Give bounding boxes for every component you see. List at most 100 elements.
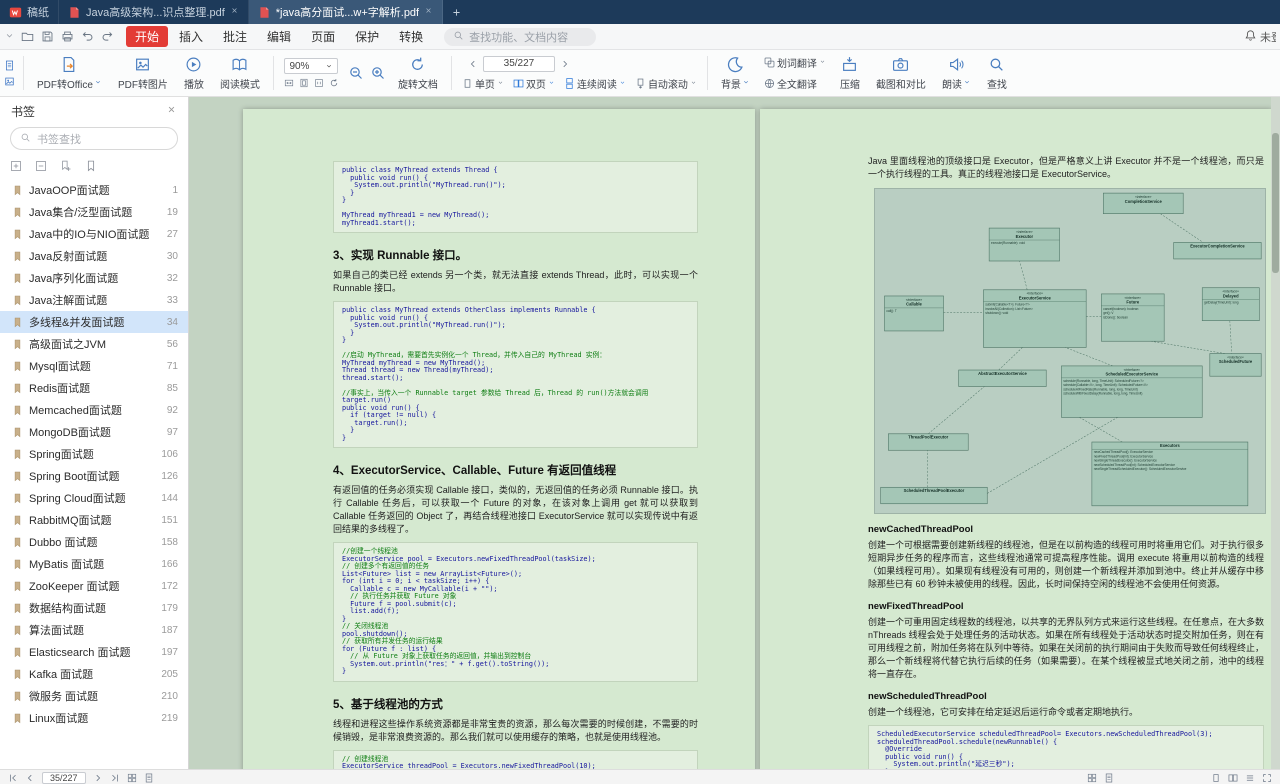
bookmark-item[interactable]: Linux面试题 219 [0,707,188,729]
page-last-icon[interactable] [110,773,120,783]
doc-icon[interactable] [1104,773,1114,783]
bookmark-item[interactable]: Java反射面试题 30 [0,245,188,267]
undo-icon[interactable] [81,30,94,43]
background-button[interactable]: 背景 [714,51,757,95]
toolbar-压缩[interactable]: 压缩 [833,51,867,95]
bookmark-item[interactable]: Redis面试题 85 [0,377,188,399]
chevron-down-icon[interactable] [4,30,15,41]
status-page-indicator[interactable]: 35/227 [42,771,86,784]
grid-icon[interactable] [1087,773,1097,783]
double-page-icon[interactable] [1228,773,1238,783]
bookmark-item[interactable]: 算法面试题 187 [0,619,188,641]
bookmark-item[interactable]: RabbitMQ面试题 151 [0,509,188,531]
close-icon[interactable] [230,6,239,18]
bookmark-item[interactable]: Java集合/泛型面试题 19 [0,201,188,223]
pdf-page-right[interactable]: Java 里面线程池的顶级接口是 Executor，但是严格意义上讲 Execu… [760,109,1272,769]
account-area[interactable]: 未登录 [1244,29,1276,45]
actual-size-icon[interactable] [314,78,324,88]
add-bookmark-icon[interactable] [60,160,72,172]
ribbon-menu-开始[interactable]: 开始 [126,26,169,47]
view-mode-自动滚动[interactable]: 自动滚动 [635,76,697,91]
chevron-right-icon[interactable] [93,773,103,783]
bookmark-item[interactable]: Java中的IO与NIO面试题 27 [0,223,188,245]
document-tab-0[interactable]: 稿纸 [0,0,59,24]
single-page-icon[interactable] [1211,773,1221,783]
bookmark-item[interactable]: Java序列化面试题 32 [0,267,188,289]
fullscreen-icon[interactable] [1262,773,1272,783]
bookmark-item[interactable]: ZooKeeper 面试题 172 [0,575,188,597]
bell-icon[interactable] [1244,29,1257,42]
bookmark-item[interactable]: MongoDB面试题 97 [0,421,188,443]
scrollbar-thumb[interactable] [1272,133,1279,273]
bookmark-item[interactable]: Dubbo 面试题 158 [0,531,188,553]
vertical-scrollbar[interactable] [1271,97,1280,769]
fit-width-icon[interactable] [284,78,294,88]
bookmark-item[interactable]: Spring Cloud面试题 144 [0,487,188,509]
bookmark-item[interactable]: 多线程&并发面试题 34 [0,311,188,333]
ribbon-menu-编辑[interactable]: 编辑 [258,26,300,47]
ribbon-menu-转换[interactable]: 转换 [390,26,432,47]
page-first-icon[interactable] [8,773,18,783]
print-icon[interactable] [61,30,74,43]
toolbar-PDF转Office[interactable]: PDF转Office [30,51,109,95]
toolbar-查找[interactable]: 查找 [980,51,1014,95]
ribbon-menu-插入[interactable]: 插入 [170,26,212,47]
ribbon-menu-批注[interactable]: 批注 [214,26,256,47]
chevron-right-icon[interactable] [560,59,570,69]
bookmark-item[interactable]: Spring面试题 106 [0,443,188,465]
bookmark-label: Java反射面试题 [29,251,108,263]
translate-划词翻译[interactable]: 划词翻译 [764,55,826,70]
bookmark-item[interactable]: 数据结构面试题 179 [0,597,188,619]
save-icon[interactable] [41,30,54,43]
bookmark-item[interactable]: Elasticsearch 面试题 197 [0,641,188,663]
pdf-page-left[interactable]: public class MyThread extends Thread { p… [243,109,755,769]
close-icon[interactable] [166,104,177,115]
expand-all-icon[interactable] [10,160,22,172]
fit-page-icon[interactable] [299,78,309,88]
toolbar-朗读[interactable]: 朗读 [935,51,978,95]
view-mode-单页[interactable]: 单页 [462,76,504,91]
doc-icon[interactable] [144,773,154,783]
bookmark-item[interactable]: Mysql面试题 71 [0,355,188,377]
toolbar-阅读模式[interactable]: 阅读模式 [213,51,267,95]
bookmark-item[interactable]: Spring Boot面试题 126 [0,465,188,487]
document-canvas[interactable]: public class MyThread extends Thread { p… [189,97,1280,769]
translate-全文翻译[interactable]: 全文翻译 [764,76,826,91]
chevron-left-icon[interactable] [468,59,478,69]
collapse-all-icon[interactable] [35,160,47,172]
function-search[interactable]: 查找功能、文档内容 [444,27,597,46]
close-icon[interactable] [424,6,433,18]
new-tab-button[interactable] [443,0,470,24]
bookmark-item[interactable]: Memcached面试题 92 [0,399,188,421]
toolbar-截图和对比[interactable]: 截图和对比 [869,51,933,95]
ribbon-menu-页面[interactable]: 页面 [302,26,344,47]
document-tab-2[interactable]: *java高分面试...w+字解析.pdf [248,0,444,24]
bookmark-item[interactable]: Kafka 面试题 205 [0,663,188,685]
view-mode-连续阅读[interactable]: 连续阅读 [564,76,626,91]
zoom-out-icon[interactable] [348,65,364,81]
view-mode-双页[interactable]: 双页 [513,76,555,91]
document-tab-1[interactable]: Java高级架构...识点整理.pdf [59,0,249,24]
open-folder-icon[interactable] [21,30,34,43]
bookmark-item[interactable]: JavaOOP面试题 1 [0,179,188,201]
rotate-icon[interactable] [329,78,339,88]
rotate-document-button[interactable]: 旋转文档 [391,51,445,95]
pdf-image-icon[interactable] [4,76,15,87]
bookmark-item[interactable]: MyBatis 面试题 166 [0,553,188,575]
list-icon[interactable] [1245,773,1255,783]
chevron-left-icon[interactable] [25,773,35,783]
zoom-in-icon[interactable] [370,65,386,81]
grid-icon[interactable] [127,773,137,783]
bookmark-item[interactable]: Java注解面试题 33 [0,289,188,311]
redo-icon[interactable] [101,30,114,43]
bookmark-item[interactable]: 高级面试之JVM 56 [0,333,188,355]
ribbon-menu-保护[interactable]: 保护 [346,26,388,47]
bookmark-search-input[interactable]: 书签查找 [10,127,178,150]
zoom-select[interactable]: 90% [284,58,339,74]
toolbar-PDF转图片[interactable]: PDF转图片 [111,51,175,95]
page-number-input[interactable]: 35/227 [482,55,555,72]
bookmark-item[interactable]: 微服务 面试题 210 [0,685,188,707]
doc-icon[interactable] [4,60,15,71]
bookmark-outline-icon[interactable] [85,160,97,172]
toolbar-播放[interactable]: 播放 [177,51,211,95]
